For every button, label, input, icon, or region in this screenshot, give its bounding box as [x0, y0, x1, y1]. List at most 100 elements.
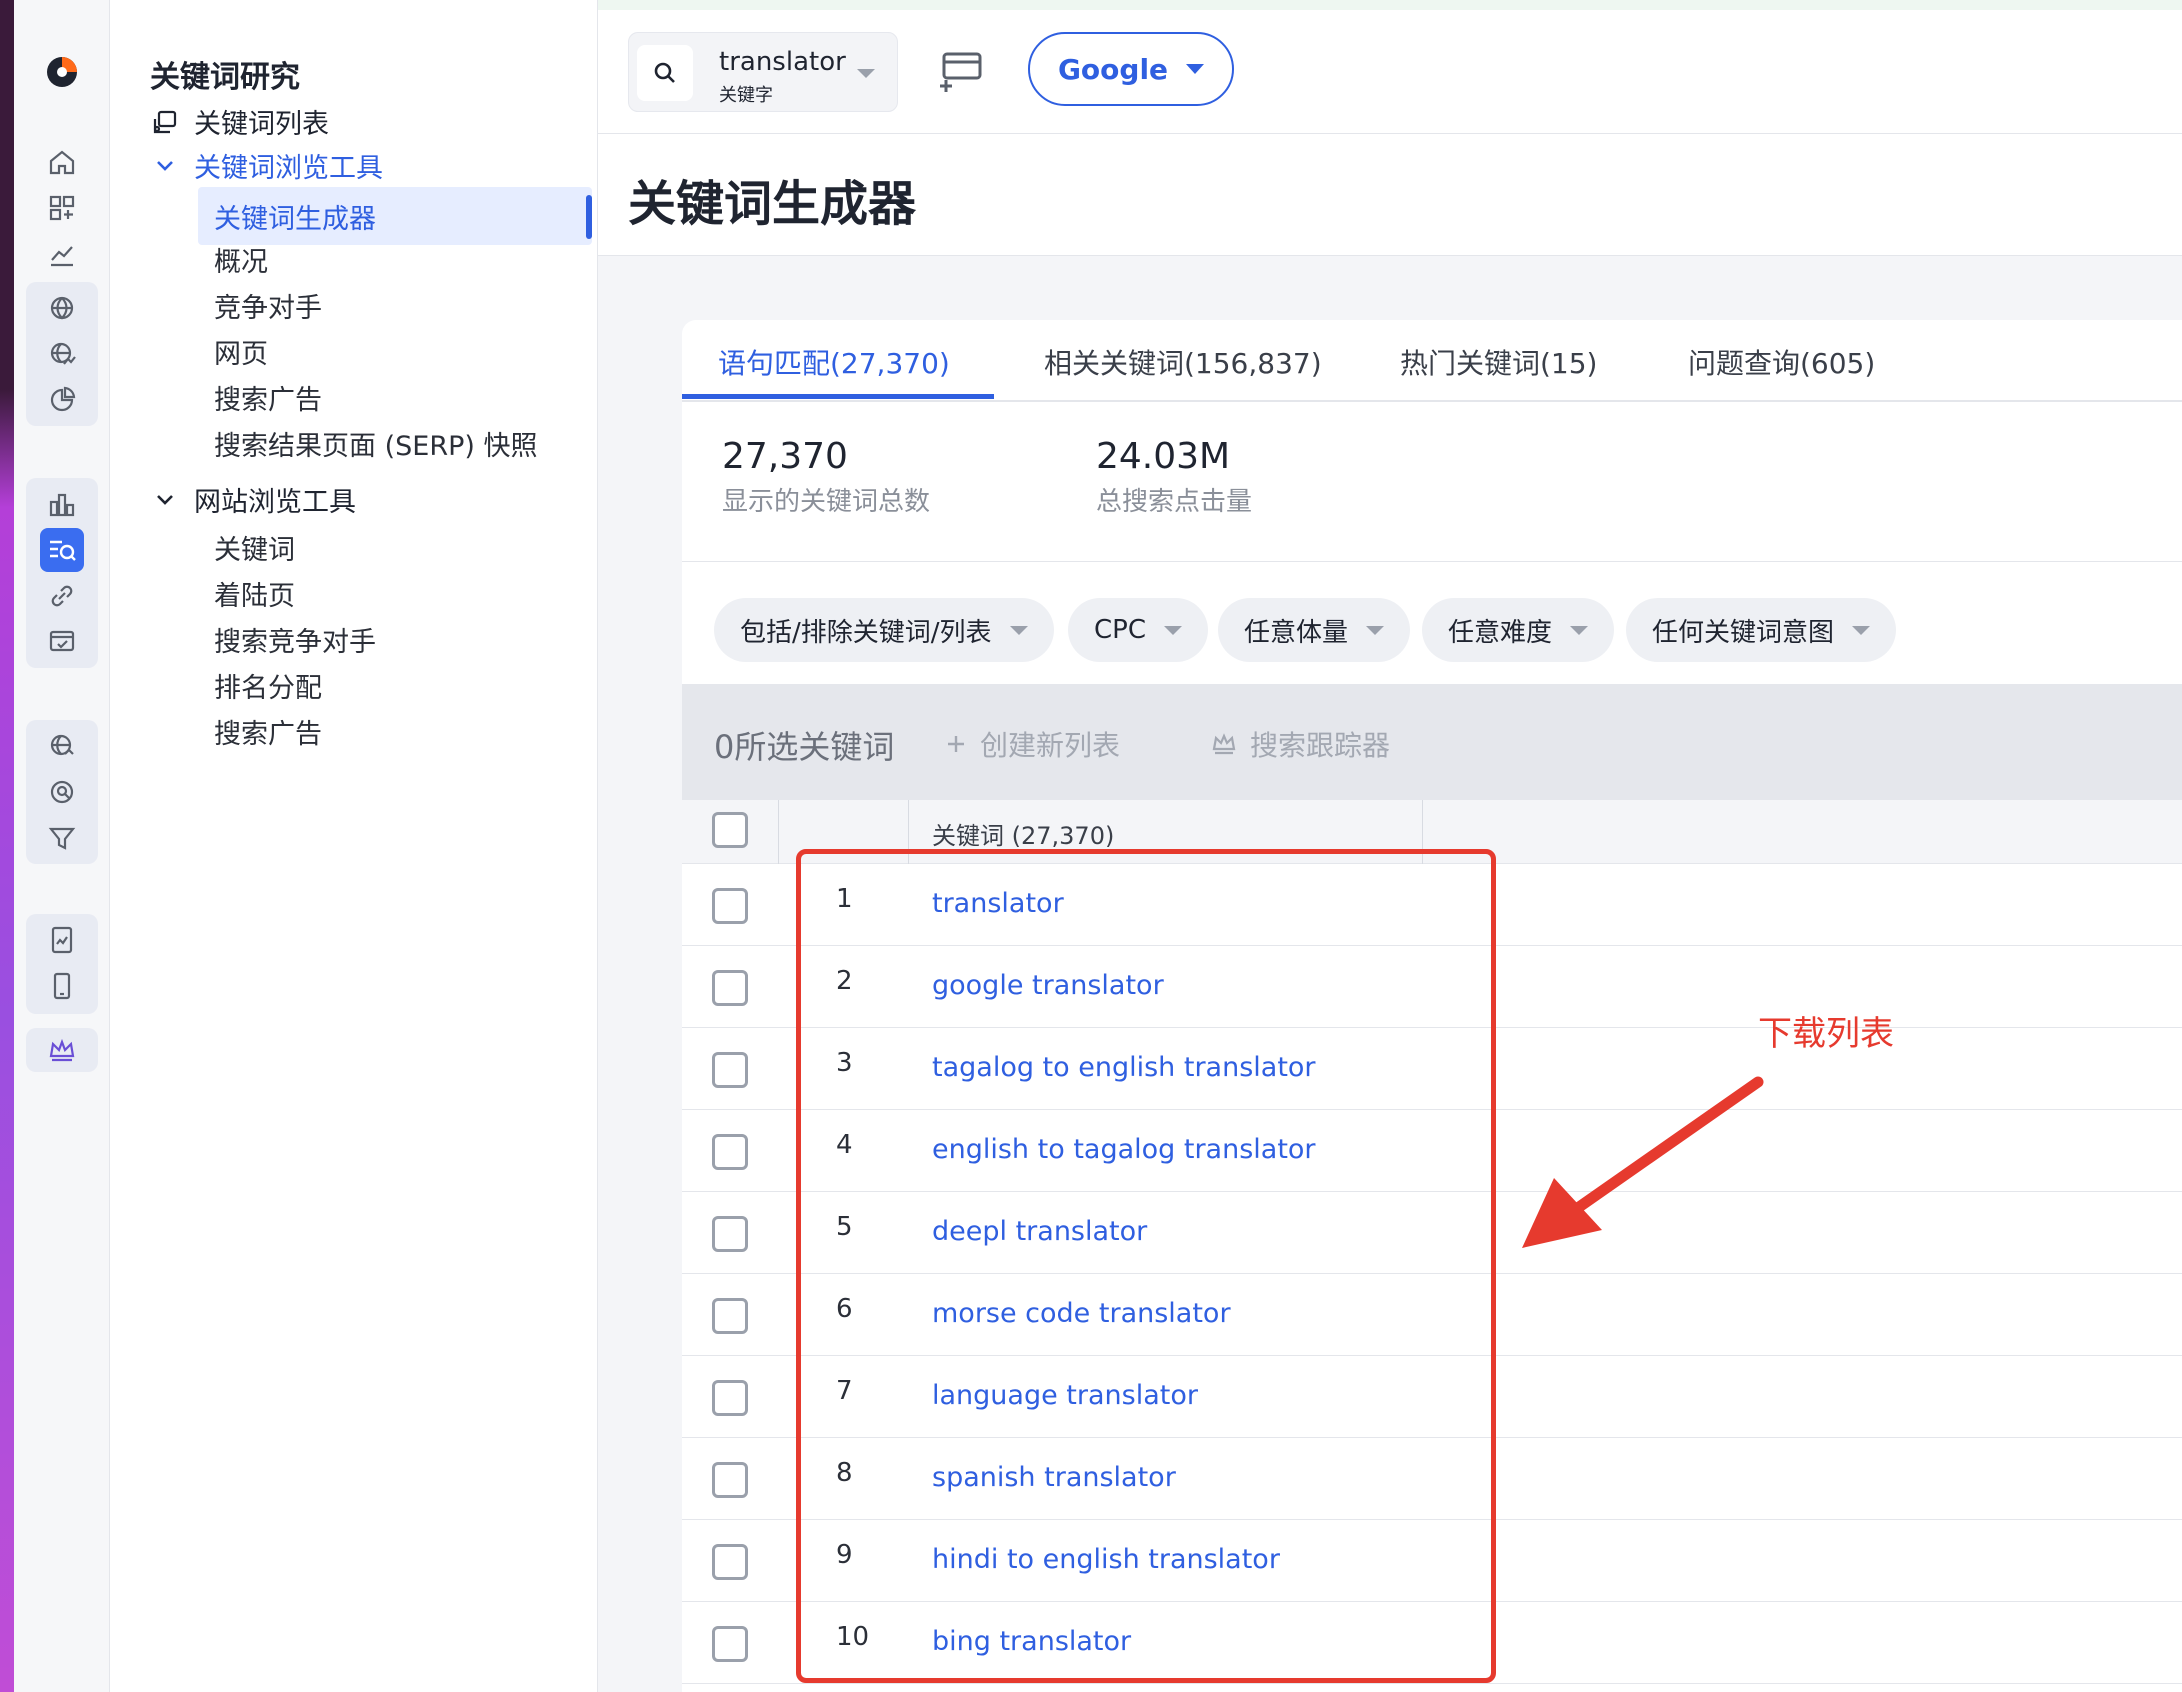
chevron-down-icon — [157, 160, 173, 171]
filter-volume[interactable]: 任意体量 — [1218, 598, 1411, 662]
row-checkbox[interactable] — [712, 970, 748, 1006]
crown-icon[interactable] — [40, 1028, 84, 1072]
keyword-link[interactable]: deepl translator — [932, 1216, 1147, 1247]
app-logo-icon[interactable] — [42, 52, 82, 92]
row-checkbox[interactable] — [712, 1134, 748, 1170]
filter-icon[interactable] — [40, 816, 84, 860]
link-icon[interactable] — [40, 574, 84, 618]
row-index: 4 — [836, 1130, 853, 1160]
search-icon[interactable] — [637, 45, 693, 101]
table-row: 8 spanish translator — [682, 1438, 2182, 1520]
keyword-search-box[interactable]: translator 关键字 — [628, 32, 898, 112]
nav-item-webpages[interactable]: 网页 — [214, 332, 268, 371]
page-title: 关键词生成器 — [628, 176, 917, 232]
keyword-link[interactable]: language translator — [932, 1380, 1198, 1411]
row-index: 8 — [836, 1458, 853, 1488]
nav-item-landing-pages[interactable]: 着陆页 — [214, 574, 295, 613]
home-icon[interactable] — [40, 140, 84, 184]
keyword-link[interactable]: morse code translator — [932, 1298, 1231, 1329]
row-checkbox[interactable] — [712, 1216, 748, 1252]
bar-chart-icon[interactable] — [40, 482, 84, 526]
filter-difficulty[interactable]: 任意难度 — [1422, 598, 1615, 662]
keyword-link[interactable]: google translator — [932, 970, 1164, 1001]
tab-popular-keywords[interactable]: 热门关键词(15) — [1400, 342, 1597, 382]
stat-total-volume: 24.03M 总搜索点击量 — [1096, 436, 1252, 518]
row-index: 10 — [836, 1622, 870, 1652]
tracker-button[interactable]: 搜索跟踪器 — [1210, 724, 1390, 764]
stat-value: 27,370 — [722, 436, 848, 477]
search-value[interactable]: translator — [719, 47, 846, 77]
nav-item-competitors[interactable]: 竞争对手 — [214, 286, 322, 325]
search-engine-dropdown[interactable]: Google — [1028, 32, 1234, 106]
table-row: 7 language translator — [682, 1356, 2182, 1438]
pie-chart-icon[interactable] — [40, 378, 84, 422]
nav-keyword-tools[interactable]: 关键词浏览工具 — [150, 146, 383, 185]
site-audit-icon[interactable] — [40, 620, 84, 664]
report-icon[interactable] — [40, 918, 84, 962]
search-target-icon[interactable] — [40, 770, 84, 814]
globe-trend-icon[interactable] — [40, 332, 84, 376]
create-list-button[interactable]: 创建新列表 — [944, 724, 1120, 764]
nav-item-overview[interactable]: 概况 — [214, 240, 268, 279]
row-checkbox[interactable] — [712, 1626, 748, 1662]
top-bar: translator 关键字 Google — [598, 0, 2182, 134]
keyword-link[interactable]: spanish translator — [932, 1462, 1176, 1493]
table-row: 2 google translator — [682, 946, 2182, 1028]
nav-item-serp-snapshot[interactable]: 搜索结果页面 (SERP) 快照 — [214, 424, 537, 463]
row-checkbox[interactable] — [712, 888, 748, 924]
filters-row: 包括/排除关键词/列表 CPC 任意体量 任意难度 任何关键词意图 — [682, 562, 2182, 684]
row-checkbox[interactable] — [712, 1544, 748, 1580]
section-title: 关键词研究 — [150, 60, 300, 95]
filter-cpc[interactable]: CPC — [1068, 598, 1208, 662]
nav-keyword-list-label: 关键词列表 — [194, 109, 329, 140]
row-checkbox[interactable] — [712, 1052, 748, 1088]
tab-questions[interactable]: 问题查询(605) — [1688, 342, 1875, 382]
filter-include-exclude[interactable]: 包括/排除关键词/列表 — [714, 598, 1054, 662]
globe-icon[interactable] — [40, 286, 84, 330]
nav-item-rank-distribution[interactable]: 排名分配 — [214, 666, 322, 705]
desktop-edge — [0, 0, 14, 1692]
table-row: 9 hindi to english translator — [682, 1520, 2182, 1602]
tab-phrase-match[interactable]: 语句匹配(27,370) — [718, 342, 950, 382]
row-index: 1 — [836, 884, 853, 914]
stat-value: 24.03M — [1096, 436, 1231, 477]
keyword-list-icon — [153, 110, 177, 133]
keyword-link[interactable]: bing translator — [932, 1626, 1131, 1657]
chevron-down-icon[interactable] — [857, 69, 875, 78]
row-index: 9 — [836, 1540, 853, 1570]
row-index: 7 — [836, 1376, 853, 1406]
add-database-icon[interactable] — [936, 48, 986, 94]
nav-site-tools[interactable]: 网站浏览工具 — [150, 480, 356, 519]
globe-position-icon[interactable] — [40, 724, 84, 768]
select-all-checkbox[interactable] — [712, 812, 748, 848]
nav-item-site-keywords[interactable]: 关键词 — [214, 528, 295, 567]
nav-keyword-list[interactable]: 关键词列表 — [150, 102, 329, 141]
chevron-down-icon — [1009, 625, 1028, 635]
row-checkbox[interactable] — [712, 1380, 748, 1416]
dashboard-add-icon[interactable] — [40, 186, 84, 230]
keyword-column-header[interactable]: 关键词 (27,370) — [932, 816, 1114, 851]
keyword-link[interactable]: tagalog to english translator — [932, 1052, 1316, 1083]
row-checkbox[interactable] — [712, 1298, 748, 1334]
tab-related-keywords[interactable]: 相关关键词(156,837) — [1044, 342, 1322, 382]
nav-item-site-search-ads[interactable]: 搜索广告 — [214, 712, 322, 751]
keyword-link[interactable]: hindi to english translator — [932, 1544, 1280, 1575]
keyword-research-icon[interactable] — [40, 528, 84, 572]
tabs-bar: 语句匹配(27,370) 相关关键词(156,837) 热门关键词(15) 问题… — [682, 320, 2182, 402]
trend-chart-icon[interactable] — [40, 232, 84, 276]
table-row: 1 translator — [682, 864, 2182, 946]
keyword-link[interactable]: english to tagalog translator — [932, 1134, 1316, 1165]
annotation-label: 下载列表 — [1758, 1014, 1894, 1054]
filter-intent[interactable]: 任何关键词意图 — [1626, 598, 1897, 662]
search-type-label: 关键字 — [719, 85, 773, 106]
row-index: 3 — [836, 1048, 853, 1078]
row-checkbox[interactable] — [712, 1462, 748, 1498]
nav-item-keyword-generator[interactable]: 关键词生成器 — [198, 187, 592, 245]
crown-icon — [1212, 733, 1236, 755]
chevron-down-icon — [1366, 625, 1385, 635]
nav-item-search-ads[interactable]: 搜索广告 — [214, 378, 322, 417]
keyword-link[interactable]: translator — [932, 888, 1064, 919]
nav-item-search-competitors[interactable]: 搜索竞争对手 — [214, 620, 376, 659]
filter-label: 任意难度 — [1448, 617, 1553, 648]
mobile-icon[interactable] — [40, 964, 84, 1008]
